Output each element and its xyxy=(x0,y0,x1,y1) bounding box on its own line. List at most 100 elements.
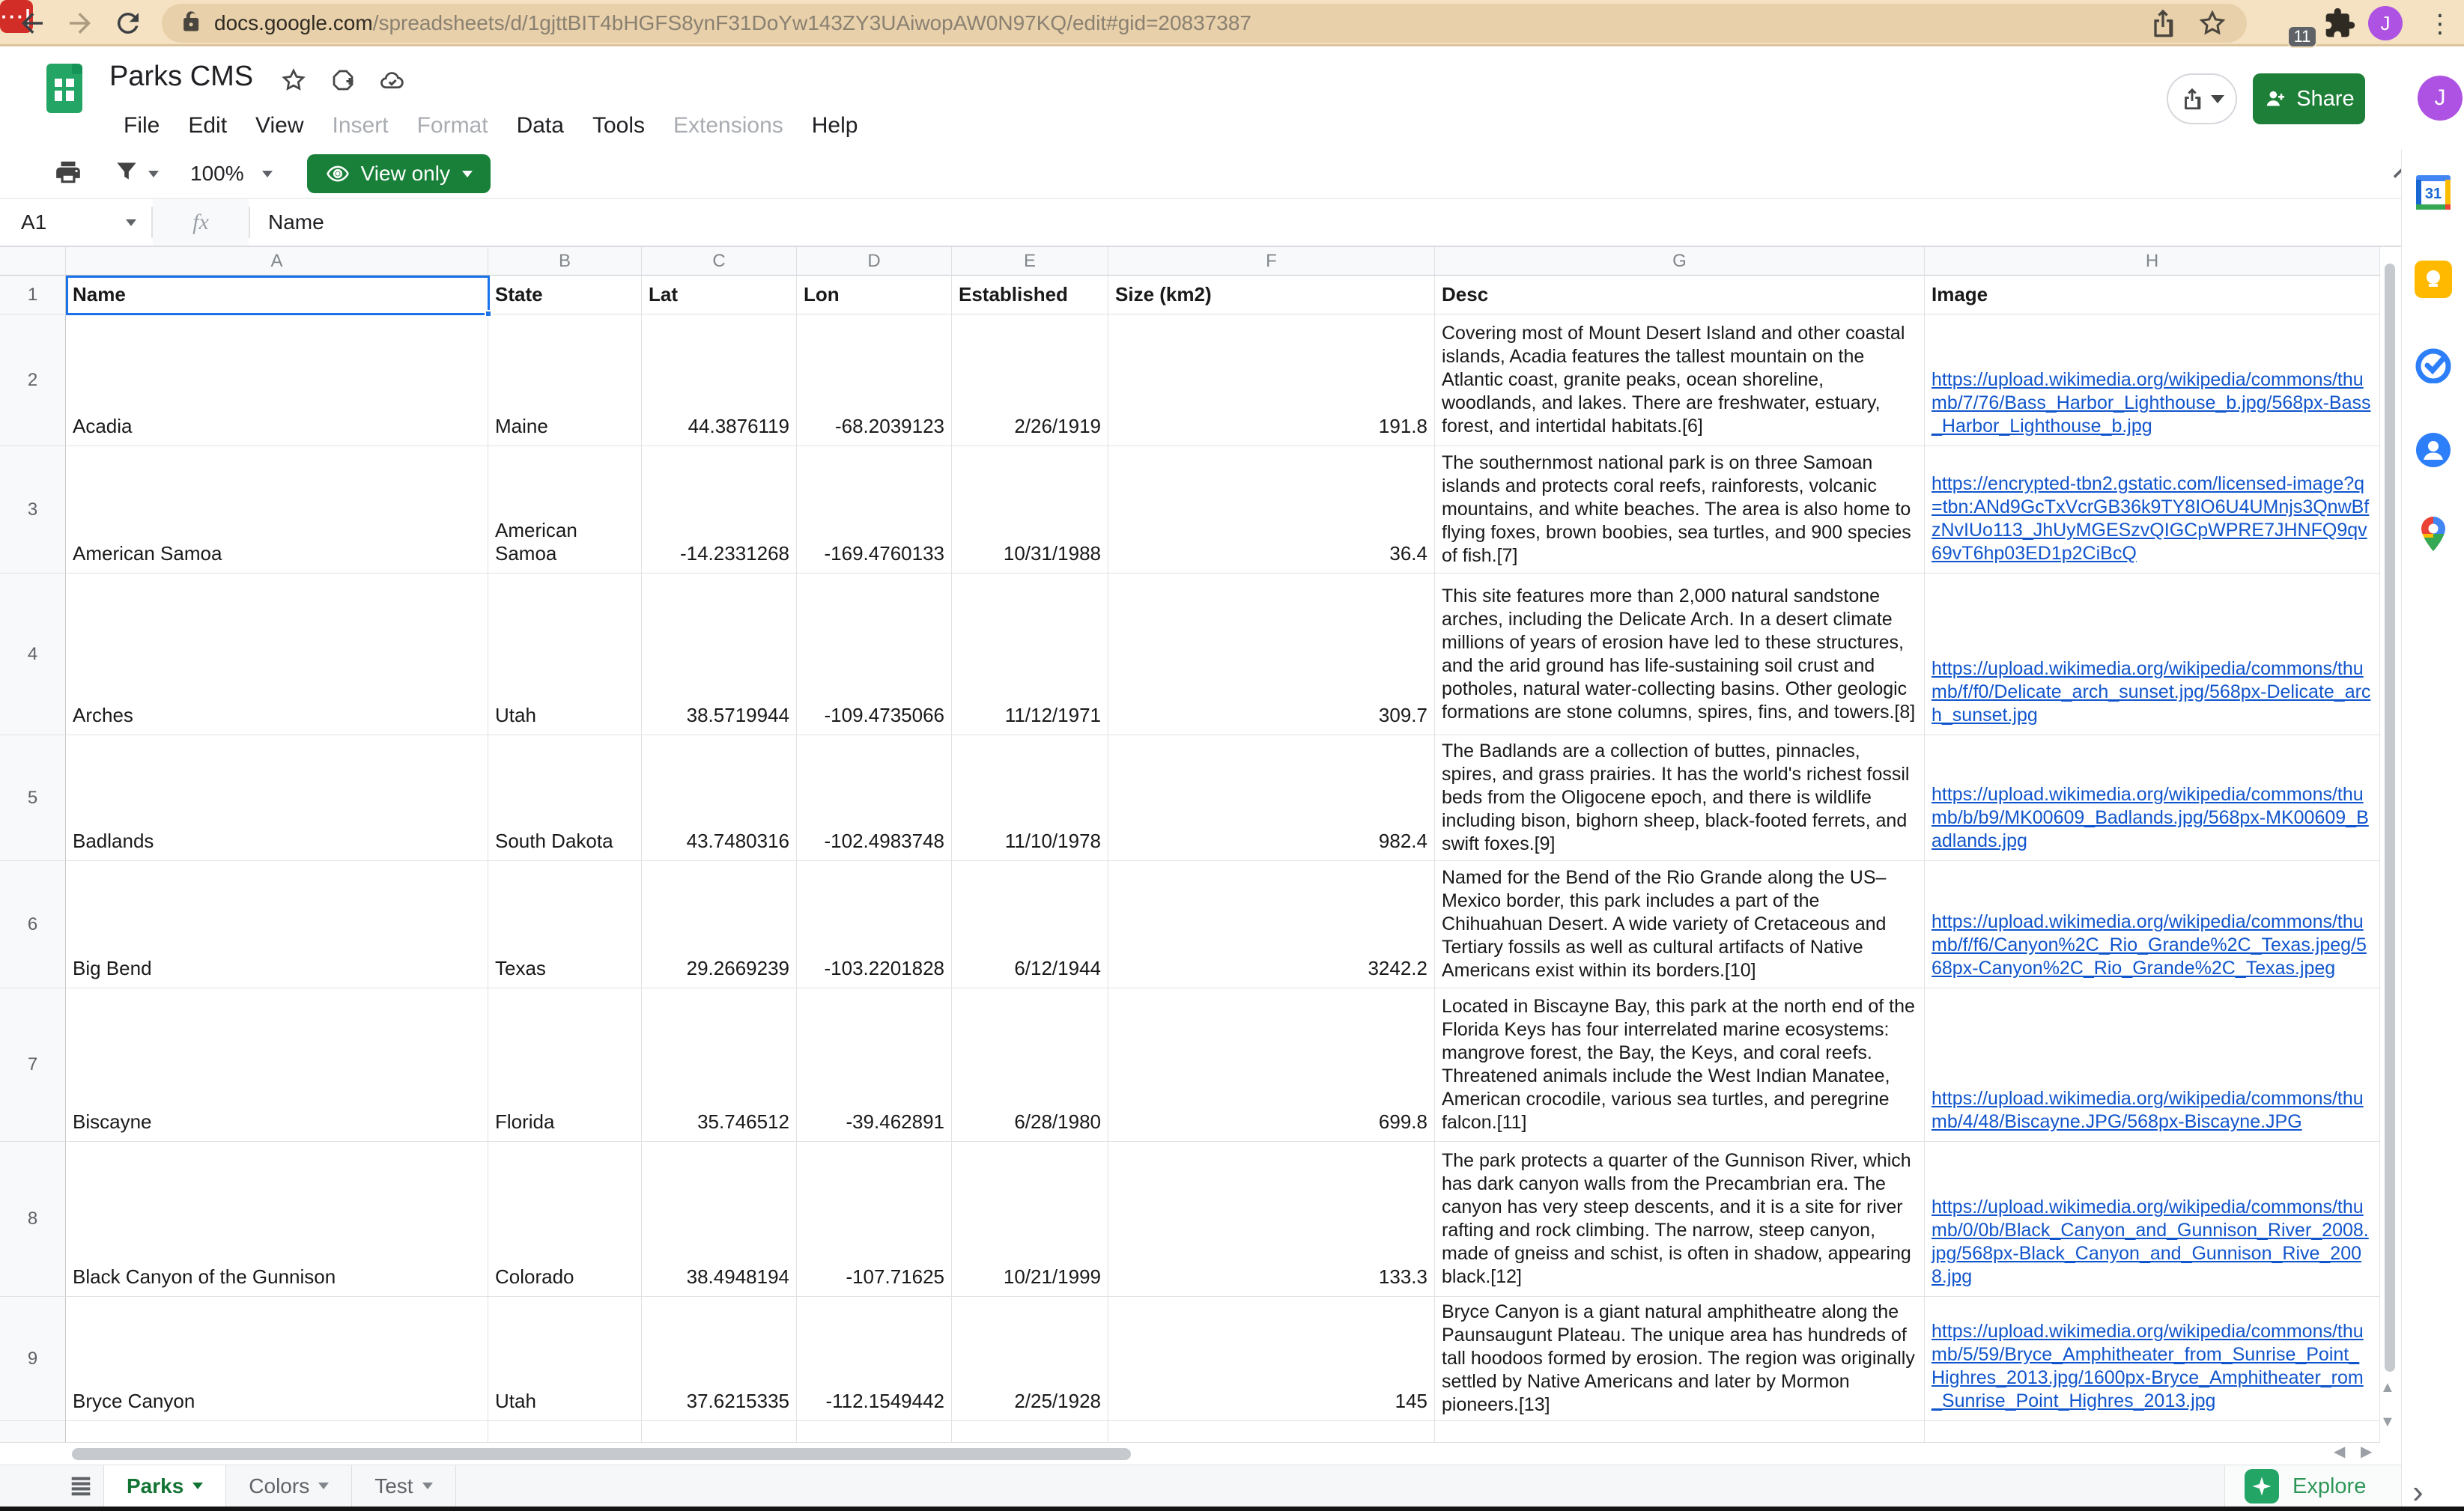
vertical-scrollbar[interactable] xyxy=(2385,264,2395,1372)
row-number[interactable]: 2 xyxy=(0,314,66,446)
image-link[interactable]: https://upload.wikimedia.org/wikipedia/c… xyxy=(1932,657,2373,727)
cell-size[interactable]: 145 xyxy=(1108,1297,1435,1421)
cell-established[interactable]: 11/12/1971 xyxy=(952,574,1108,735)
cell-state[interactable]: Colorado xyxy=(488,1142,642,1297)
namebox-caret-icon[interactable] xyxy=(126,219,136,226)
row-number[interactable]: 7 xyxy=(0,988,66,1142)
cell-lon[interactable]: -109.4735066 xyxy=(797,574,952,735)
contacts-icon[interactable] xyxy=(2415,431,2452,469)
cell-lon[interactable]: -107.71625 xyxy=(797,1142,952,1297)
view-only-button[interactable]: View only xyxy=(307,154,491,193)
cell-state[interactable]: Texas xyxy=(488,861,642,988)
cell-image-url[interactable]: https://encrypted-tbn2.gstatic.com/licen… xyxy=(1925,446,2380,574)
cell-size[interactable]: 982.4 xyxy=(1108,735,1435,861)
fill-handle[interactable] xyxy=(485,310,492,317)
cell-name[interactable]: American Samoa xyxy=(66,446,488,574)
tab-caret-icon[interactable] xyxy=(318,1483,329,1489)
sheets-logo-icon[interactable] xyxy=(46,64,82,113)
horizontal-scrollbar[interactable] xyxy=(72,1448,1131,1460)
filter-icon[interactable] xyxy=(112,158,141,190)
row-number[interactable]: 6 xyxy=(0,861,66,988)
row-number[interactable]: 9 xyxy=(0,1297,66,1421)
reload-icon[interactable] xyxy=(112,7,144,39)
column-header-g[interactable]: G xyxy=(1435,247,1925,276)
explore-button[interactable]: Explore xyxy=(2224,1465,2401,1507)
cell-name[interactable]: Black Canyon of the Gunnison xyxy=(66,1142,488,1297)
cell-image-url[interactable]: https://upload.wikimedia.org/wikipedia/c… xyxy=(1925,861,2380,988)
cell-header-size[interactable]: Size (km2) xyxy=(1108,276,1435,314)
cell-lat[interactable]: 44.3876119 xyxy=(642,314,797,446)
cell-established[interactable]: 6/12/1944 xyxy=(952,861,1108,988)
sheet-tab-colors[interactable]: Colors xyxy=(226,1465,352,1507)
cell-name[interactable]: Arches xyxy=(66,574,488,735)
cell-name[interactable]: Bryce Canyon xyxy=(66,1297,488,1421)
sheet-tab-test[interactable]: Test xyxy=(352,1465,455,1507)
column-header-b[interactable]: B xyxy=(488,247,642,276)
cell-desc[interactable]: Bryce Canyon is a giant natural amphithe… xyxy=(1435,1297,1925,1421)
browser-menu-icon[interactable]: ⋮ xyxy=(2424,9,2457,42)
cell-lat[interactable]: 43.7480316 xyxy=(642,735,797,861)
maps-icon[interactable] xyxy=(2415,515,2452,553)
menu-help[interactable]: Help xyxy=(798,109,873,143)
address-bar[interactable]: docs.google.com/spreadsheets/d/1gjttBIT4… xyxy=(162,4,2247,43)
cell-lat[interactable]: 29.2669239 xyxy=(642,861,797,988)
cell-established[interactable]: 6/28/1980 xyxy=(952,988,1108,1142)
zoom-control[interactable]: 100% xyxy=(190,162,273,186)
menu-file[interactable]: File xyxy=(109,109,174,143)
cell-desc[interactable]: The southernmost national park is on thr… xyxy=(1435,446,1925,574)
cell-image-url[interactable]: https://upload.wikimedia.org/wikipedia/c… xyxy=(1925,1142,2380,1297)
cell-lon[interactable]: -102.4983748 xyxy=(797,735,952,861)
column-header-c[interactable]: C xyxy=(642,247,797,276)
column-header-e[interactable]: E xyxy=(952,247,1108,276)
cell-header-lon[interactable]: Lon xyxy=(797,276,952,314)
cell-size[interactable]: 309.7 xyxy=(1108,574,1435,735)
cell-desc[interactable]: Named for the Bend of the Rio Grande alo… xyxy=(1435,861,1925,988)
column-header-d[interactable]: D xyxy=(797,247,952,276)
calendar-icon[interactable]: 31 xyxy=(2415,174,2452,211)
cell-header-desc[interactable]: Desc xyxy=(1435,276,1925,314)
cell-desc[interactable]: Located in Biscayne Bay, this park at th… xyxy=(1435,988,1925,1142)
menu-data[interactable]: Data xyxy=(503,109,578,143)
print-icon[interactable] xyxy=(54,158,82,190)
cell-state[interactable]: Florida xyxy=(488,988,642,1142)
cell-size[interactable]: 3242.2 xyxy=(1108,861,1435,988)
cell-lon[interactable]: -103.2201828 xyxy=(797,861,952,988)
row-number[interactable]: 1 xyxy=(0,276,66,314)
image-link[interactable]: https://upload.wikimedia.org/wikipedia/c… xyxy=(1932,1196,2373,1289)
menu-edit[interactable]: Edit xyxy=(174,109,241,143)
scroll-up-icon[interactable]: ▲ xyxy=(2380,1379,2395,1396)
tasks-icon[interactable] xyxy=(2415,346,2452,383)
share-page-icon[interactable] xyxy=(2148,8,2178,38)
account-avatar[interactable]: J xyxy=(2418,76,2463,121)
forward-icon[interactable] xyxy=(64,7,96,39)
extensions-puzzle-icon[interactable] xyxy=(2323,7,2356,40)
move-to-drive-icon[interactable] xyxy=(330,67,356,94)
cell-lon[interactable]: -112.1549442 xyxy=(797,1297,952,1421)
filter-caret-icon[interactable] xyxy=(148,171,159,177)
all-sheets-icon[interactable] xyxy=(58,1465,103,1507)
active-cell-selection[interactable] xyxy=(66,276,490,315)
cell-header-state[interactable]: State xyxy=(488,276,642,314)
cell-name[interactable]: Badlands xyxy=(66,735,488,861)
menu-view[interactable]: View xyxy=(241,109,318,143)
image-link[interactable]: https://upload.wikimedia.org/wikipedia/c… xyxy=(1932,368,2373,438)
cell-image-url[interactable]: https://upload.wikimedia.org/wikipedia/c… xyxy=(1925,1297,2380,1421)
column-header-a[interactable]: A xyxy=(66,247,488,276)
cell-state[interactable]: Utah xyxy=(488,1297,642,1421)
cell-header-image[interactable]: Image xyxy=(1925,276,2380,314)
cell-image-url[interactable]: https://upload.wikimedia.org/wikipedia/c… xyxy=(1925,314,2380,446)
tab-caret-icon[interactable] xyxy=(422,1483,433,1489)
cell-established[interactable]: 10/21/1999 xyxy=(952,1142,1108,1297)
cell-lat[interactable]: 35.746512 xyxy=(642,988,797,1142)
column-header-f[interactable]: F xyxy=(1108,247,1435,276)
tab-caret-icon[interactable] xyxy=(192,1483,203,1489)
row-number[interactable]: 3 xyxy=(0,446,66,574)
cell-size[interactable]: 191.8 xyxy=(1108,314,1435,446)
cell-lat[interactable]: 37.6215335 xyxy=(642,1297,797,1421)
cell-desc[interactable]: The Badlands are a collection of buttes,… xyxy=(1435,735,1925,861)
image-link[interactable]: https://upload.wikimedia.org/wikipedia/c… xyxy=(1932,783,2373,853)
image-link[interactable]: https://upload.wikimedia.org/wikipedia/c… xyxy=(1932,1087,2373,1134)
cell-state[interactable]: Utah xyxy=(488,574,642,735)
document-title[interactable]: Parks CMS xyxy=(109,61,253,93)
cell-name[interactable]: Big Bend xyxy=(66,861,488,988)
